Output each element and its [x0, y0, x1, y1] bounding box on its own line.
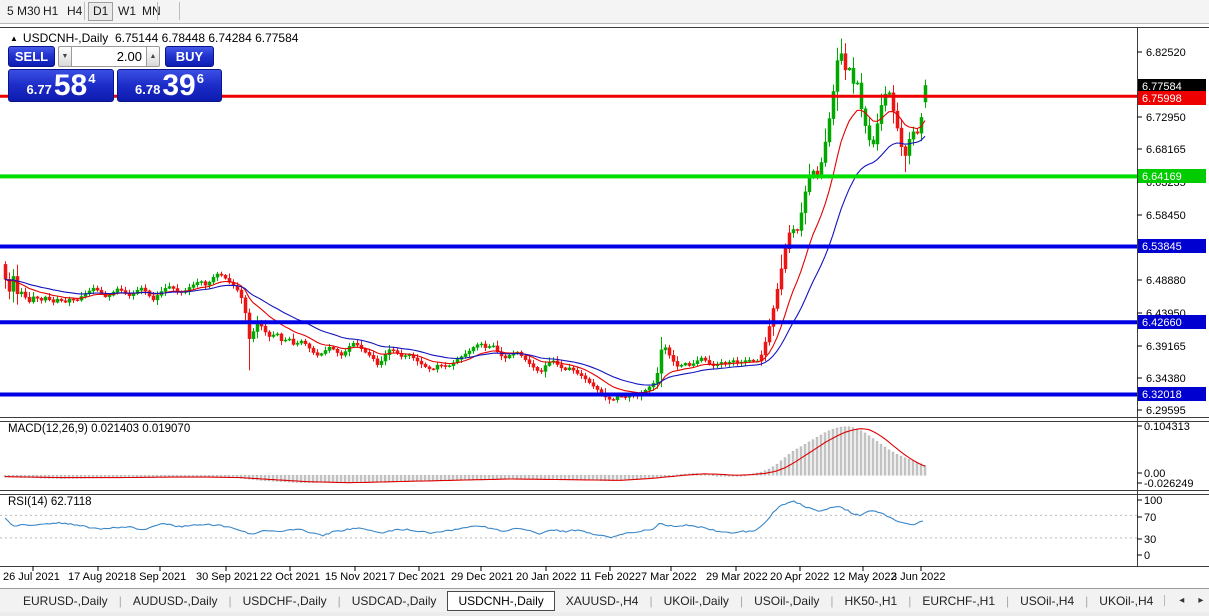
buy-button[interactable]: BUY	[165, 46, 214, 67]
macd-signal-line	[5, 429, 925, 483]
price-tick-label: 6.58450	[1146, 210, 1186, 222]
date-label: 3 Jun 2022	[891, 571, 945, 583]
chart-tab-eurchf-h1[interactable]: EURCHF-,H1	[911, 591, 1006, 611]
chart-tab-usdcad-daily[interactable]: USDCAD-,Daily	[341, 591, 448, 611]
date-label: 7 Dec 2021	[389, 571, 445, 583]
date-label: 29 Dec 2021	[451, 571, 513, 583]
timeframe-toolbar: 5M30H1H4D1W1MN	[0, 0, 1209, 24]
price-tick-label: 6.34380	[1146, 373, 1186, 385]
sell-button[interactable]: SELL	[8, 46, 55, 67]
timeframe-button-mn[interactable]: MN	[137, 2, 166, 21]
scroll-right-icon[interactable]: ▸	[1198, 595, 1203, 606]
collapse-one-click-icon[interactable]: ▲	[10, 34, 18, 43]
timeframe-button-h1[interactable]: H1	[38, 2, 63, 21]
rsi-axis-label: 100	[1144, 495, 1162, 507]
price-badge-label: 6.42660	[1142, 317, 1182, 329]
sell-price-pip: 4	[88, 71, 95, 86]
chart-tab-xauusd-h4[interactable]: XAUUSD-,H4	[555, 591, 650, 611]
symbol-period-label: USDCNH-,Daily	[23, 31, 108, 45]
scroll-left-icon[interactable]: ◂	[1179, 595, 1184, 606]
date-axis[interactable]: 26 Jul 2021 17 Aug 20218 Sep 2021 30 Sep 2…	[3, 566, 945, 583]
price-tick-label: 6.39165	[1146, 341, 1186, 353]
date-label: 29 Mar 2022	[706, 571, 768, 583]
buy-price-prefix: 6.78	[135, 82, 160, 97]
date-label: 12 May 2022	[833, 571, 897, 583]
price-tick-label: 6.29595	[1146, 405, 1186, 417]
toolbar-separator	[179, 2, 180, 20]
macd-axis-label: -0.026249	[1144, 478, 1194, 490]
spread-increase-button[interactable]: ▲	[146, 46, 160, 67]
date-label: 11 Feb 2022	[580, 571, 641, 583]
date-label: 7 Mar 2022	[641, 571, 697, 583]
date-label: 26 Jul 2021	[3, 571, 60, 583]
status-strip	[0, 612, 1209, 616]
price-tick-label: 6.82520	[1146, 47, 1186, 59]
price-badge-label: 6.64169	[1142, 171, 1182, 183]
macd-indicator-label: MACD(12,26,9) 0.021403 0.019070	[8, 423, 190, 435]
price-tick-label: 6.48880	[1146, 275, 1186, 287]
chart-tab-ukoil-h4[interactable]: UKOil-,H4	[1088, 591, 1164, 611]
date-label: 20 Apr 2022	[770, 571, 829, 583]
chart-tab-usoil-daily[interactable]: USOil-,Daily	[743, 591, 830, 611]
chart-tab-bar: EURUSD-,Daily|AUDUSD-,Daily|USDCHF-,Dail…	[0, 588, 1209, 612]
rsi-indicator-label: RSI(14) 62.7118	[8, 496, 92, 508]
date-label: 15 Nov 2021	[325, 571, 387, 583]
price-tick-label: 6.68165	[1146, 144, 1186, 156]
price-tick-label: 6.72950	[1146, 112, 1186, 124]
chart-ohlc-header: ▲ USDCNH-,Daily 6.75144 6.78448 6.74284 6…	[10, 31, 298, 45]
toolbar-separator	[157, 2, 158, 20]
chart-tab-usoil-h4[interactable]: USOil-,H4	[1009, 591, 1085, 611]
macd-histogram	[4, 427, 926, 483]
date-label: 8 Sep 2021	[130, 571, 186, 583]
price-badge-label: 6.75998	[1142, 93, 1182, 105]
chart-tab-usdchf-daily[interactable]: USDCHF-,Daily	[232, 591, 338, 611]
ohlc-values: 6.75144 6.78448 6.74284 6.77584	[115, 31, 299, 45]
rsi-axis-label: 0	[1144, 550, 1150, 562]
toolbar-separator	[84, 2, 85, 20]
rsi-axis-label: 70	[1144, 512, 1156, 524]
sell-price-display[interactable]: 6.77 58 4	[8, 69, 114, 102]
chart-tab-hk50-h1[interactable]: HK50-,H1	[834, 591, 909, 611]
date-label: 20 Jan 2022	[516, 571, 577, 583]
timeframe-button-d1[interactable]: D1	[88, 2, 113, 21]
tab-scroll-arrows: ◂▸	[1164, 595, 1203, 606]
volume-input[interactable]: 2.00	[72, 46, 146, 67]
chart-tab-audusd-daily[interactable]: AUDUSD-,Daily	[122, 591, 229, 611]
chart-tab-usdcnh-daily[interactable]: USDCNH-,Daily	[447, 591, 554, 611]
buy-price-pip: 6	[197, 71, 204, 86]
chart-tab-ukoil-daily[interactable]: UKOil-,Daily	[653, 591, 740, 611]
price-axis[interactable]: 6.825206.729506.681656.632356.584506.488…	[1137, 47, 1206, 417]
one-click-trading-panel: SELL ▼ 2.00 ▲ BUY 6.77 58 4 6.78 39 6	[8, 46, 224, 102]
sell-price-prefix: 6.77	[27, 82, 52, 97]
mt4-window: { "toolbar": { "items": [ {"label":"5","…	[0, 0, 1209, 616]
rsi-line	[5, 501, 923, 538]
macd-axis-label: 0.104313	[1144, 421, 1190, 433]
chart-tab-eurusd-daily[interactable]: EURUSD-,Daily	[12, 591, 119, 611]
buy-price-display[interactable]: 6.78 39 6	[117, 69, 222, 102]
sell-price-big: 58	[54, 72, 87, 100]
price-badge-label: 6.32018	[1142, 389, 1182, 401]
price-badge-label: 6.53845	[1142, 241, 1182, 253]
buy-price-big: 39	[162, 72, 195, 100]
date-label: 22 Oct 2021	[260, 571, 320, 583]
date-label: 30 Sep 2021	[196, 571, 258, 583]
spread-decrease-button[interactable]: ▼	[58, 46, 72, 67]
date-label: 17 Aug 2021	[68, 571, 130, 583]
rsi-axis-label: 30	[1144, 534, 1156, 546]
